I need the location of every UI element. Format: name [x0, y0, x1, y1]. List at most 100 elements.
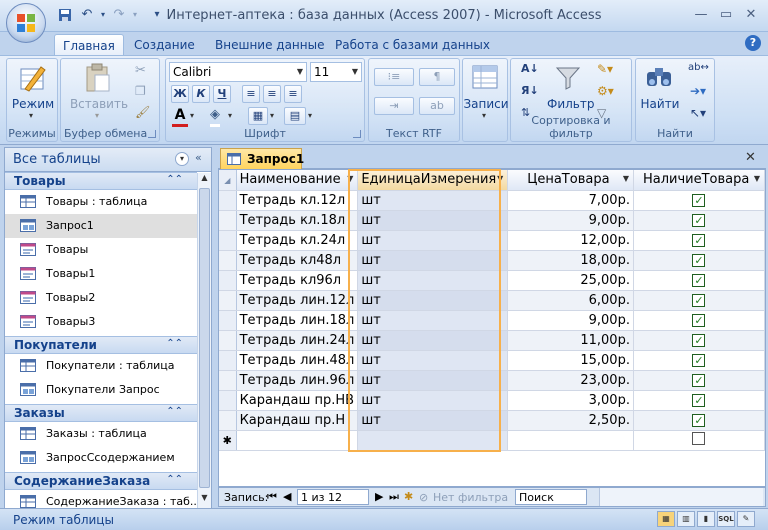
column-in-stock-dropdown-icon[interactable]: ▼ — [754, 174, 760, 183]
cell-price[interactable]: 2,50р. — [507, 410, 634, 431]
minimize-icon[interactable]: — — [690, 6, 712, 24]
tab-external-data[interactable]: Внешние данные — [207, 34, 332, 56]
nav-header[interactable]: Все таблицы ▾ « — [4, 147, 212, 172]
nav-item[interactable]: Покупатели : таблица — [5, 354, 197, 378]
collapse-group-icon[interactable]: ⌃⌃ — [166, 338, 183, 349]
cell-price[interactable]: 23,00р. — [507, 370, 634, 391]
bold-button[interactable]: Ж — [171, 85, 189, 103]
cell-unit[interactable]: шт — [357, 290, 509, 311]
selection-filter-icon[interactable]: ✎▾ — [597, 62, 613, 76]
table-row[interactable]: Тетрадь лин.96л шт 23,00р. ✓ — [219, 370, 765, 391]
help-icon[interactable]: ? — [745, 35, 761, 51]
underline-button[interactable]: Ч — [213, 85, 231, 103]
table-row[interactable]: Тетрадь лин.24л шт 11,00р. ✓ — [219, 330, 765, 351]
cell-name[interactable]: Карандаш пр.Н — [236, 410, 359, 431]
table-row[interactable]: Карандаш пр.НВ шт 3,00р. ✓ — [219, 390, 765, 411]
font-name-dropdown-icon[interactable]: ▼ — [297, 63, 303, 81]
column-price-dropdown-icon[interactable]: ▼ — [623, 174, 629, 183]
row-selector[interactable] — [219, 270, 237, 291]
cell-name[interactable]: Тетрадь кл.18л — [236, 210, 359, 231]
nav-group-header[interactable]: Покупатели ⌃⌃ — [5, 336, 197, 354]
document-close-icon[interactable]: ✕ — [745, 150, 759, 165]
in-stock-checkbox[interactable]: ✓ — [692, 333, 706, 347]
in-stock-checkbox[interactable]: ✓ — [692, 273, 706, 287]
cell-price[interactable]: 6,00р. — [507, 290, 634, 311]
replace-icon[interactable]: ab↔ — [688, 62, 709, 73]
paste-dropdown-icon[interactable]: ▾ — [95, 111, 99, 120]
collapse-group-icon[interactable]: ⌃⌃ — [166, 474, 183, 485]
last-record-icon[interactable]: ⏭ — [389, 490, 399, 504]
highlight-icon[interactable]: ab — [419, 97, 455, 115]
nav-item[interactable]: Товары3 — [5, 310, 197, 334]
table-row[interactable]: Тетрадь кл.24л шт 12,00р. ✓ — [219, 230, 765, 251]
cell-price[interactable]: 18,00р. — [507, 250, 634, 271]
maximize-icon[interactable]: ▭ — [715, 6, 737, 24]
table-row[interactable]: Тетрадь кл96л шт 25,00р. ✓ — [219, 270, 765, 291]
table-row[interactable]: Тетрадь лин.18л шт 9,00р. ✓ — [219, 310, 765, 331]
cell-name[interactable]: Тетрадь кл.12л — [236, 190, 359, 211]
collapse-group-icon[interactable]: ⌃⌃ — [166, 406, 183, 417]
fill-color-icon[interactable]: ◈ — [210, 107, 220, 127]
font-color-button[interactable]: A — [172, 107, 188, 127]
row-selector[interactable] — [219, 250, 237, 271]
cell-unit[interactable]: шт — [357, 410, 509, 431]
close-icon[interactable]: ✕ — [740, 6, 762, 24]
font-launcher-icon[interactable] — [353, 130, 361, 138]
design-view-icon[interactable]: ✎ — [737, 511, 755, 527]
nav-group-header[interactable]: Товары ⌃⌃ — [5, 172, 197, 190]
cell-unit[interactable]: шт — [357, 270, 509, 291]
in-stock-checkbox[interactable]: ✓ — [692, 193, 706, 207]
nav-menu-dropdown-icon[interactable]: ▾ — [175, 152, 189, 166]
pivot-chart-view-icon[interactable]: ▮ — [697, 511, 715, 527]
align-center-icon[interactable]: ≡ — [263, 85, 281, 103]
pivot-table-view-icon[interactable]: ▥ — [677, 511, 695, 527]
cell-unit[interactable]: шт — [357, 210, 509, 231]
tab-database-tools[interactable]: Работа с базами данных — [327, 34, 498, 56]
align-left-icon[interactable]: ≡ — [242, 85, 260, 103]
cell-price[interactable]: 3,00р. — [507, 390, 634, 411]
nav-item[interactable]: Товары : таблица — [5, 190, 197, 214]
cell-unit[interactable]: шт — [357, 350, 509, 371]
first-record-icon[interactable]: ⏮ — [267, 490, 277, 504]
nav-item[interactable]: Товары2 — [5, 286, 197, 310]
in-stock-checkbox[interactable]: ✓ — [692, 353, 706, 367]
cell-unit[interactable]: шт — [357, 190, 509, 211]
cell-name[interactable]: Тетрадь кл48л — [236, 250, 359, 271]
sort-ascending-icon[interactable]: A↓ — [521, 62, 539, 75]
nav-item[interactable]: Товары1 — [5, 262, 197, 286]
row-selector[interactable] — [219, 350, 237, 371]
cell-price[interactable]: 7,00р. — [507, 190, 634, 211]
row-selector[interactable] — [219, 230, 237, 251]
sql-view-icon[interactable]: SQL — [717, 511, 735, 527]
cell-name[interactable]: Тетрадь кл.24л — [236, 230, 359, 251]
cell-price[interactable]: 11,00р. — [507, 330, 634, 351]
nav-item[interactable]: Запрос1 — [5, 214, 197, 238]
indent-icon[interactable]: ⇥ — [374, 97, 414, 115]
cell-name[interactable]: Тетрадь лин.96л — [236, 370, 359, 391]
nav-group-header[interactable]: Заказы ⌃⌃ — [5, 404, 197, 422]
cell-unit[interactable]: шт — [357, 230, 509, 251]
nav-scroll-up-icon[interactable]: ▲ — [198, 173, 211, 187]
table-row[interactable]: Карандаш пр.Н шт 2,50р. ✓ — [219, 410, 765, 431]
cell-unit[interactable]: шт — [357, 250, 509, 271]
collapse-group-icon[interactable]: ⌃⌃ — [166, 174, 183, 185]
table-row[interactable]: Тетрадь лин.12л шт 6,00р. ✓ — [219, 290, 765, 311]
column-header-price[interactable]: ЦенаТовара ▼ — [507, 170, 634, 191]
nav-item[interactable]: Покупатели Запрос — [5, 378, 197, 402]
align-right-icon[interactable]: ≡ — [284, 85, 302, 103]
font-color-dropdown-icon[interactable]: ▾ — [190, 111, 194, 120]
cell-price[interactable]: 15,00р. — [507, 350, 634, 371]
datasheet-view-icon[interactable]: ▦ — [657, 511, 675, 527]
cell-name[interactable]: Тетрадь кл96л — [236, 270, 359, 291]
table-row[interactable]: Тетрадь кл.18л шт 9,00р. ✓ — [219, 210, 765, 231]
row-selector[interactable] — [219, 330, 237, 351]
nav-group-header[interactable]: СодержаниеЗаказа ⌃⌃ — [5, 472, 197, 490]
filter-status-icon[interactable]: ⊘ — [419, 491, 428, 504]
sort-descending-icon[interactable]: Я↓ — [521, 84, 539, 97]
alternate-fill-dropdown-icon[interactable]: ▾ — [308, 111, 312, 120]
column-header-unit[interactable]: ЕдиницаИзмерения ▼ — [357, 170, 509, 191]
paragraph-icon[interactable]: ¶ — [419, 68, 455, 86]
cell-name[interactable]: Тетрадь лин.18л — [236, 310, 359, 331]
fill-color-dropdown-icon[interactable]: ▾ — [228, 111, 232, 120]
row-selector[interactable] — [219, 190, 237, 211]
